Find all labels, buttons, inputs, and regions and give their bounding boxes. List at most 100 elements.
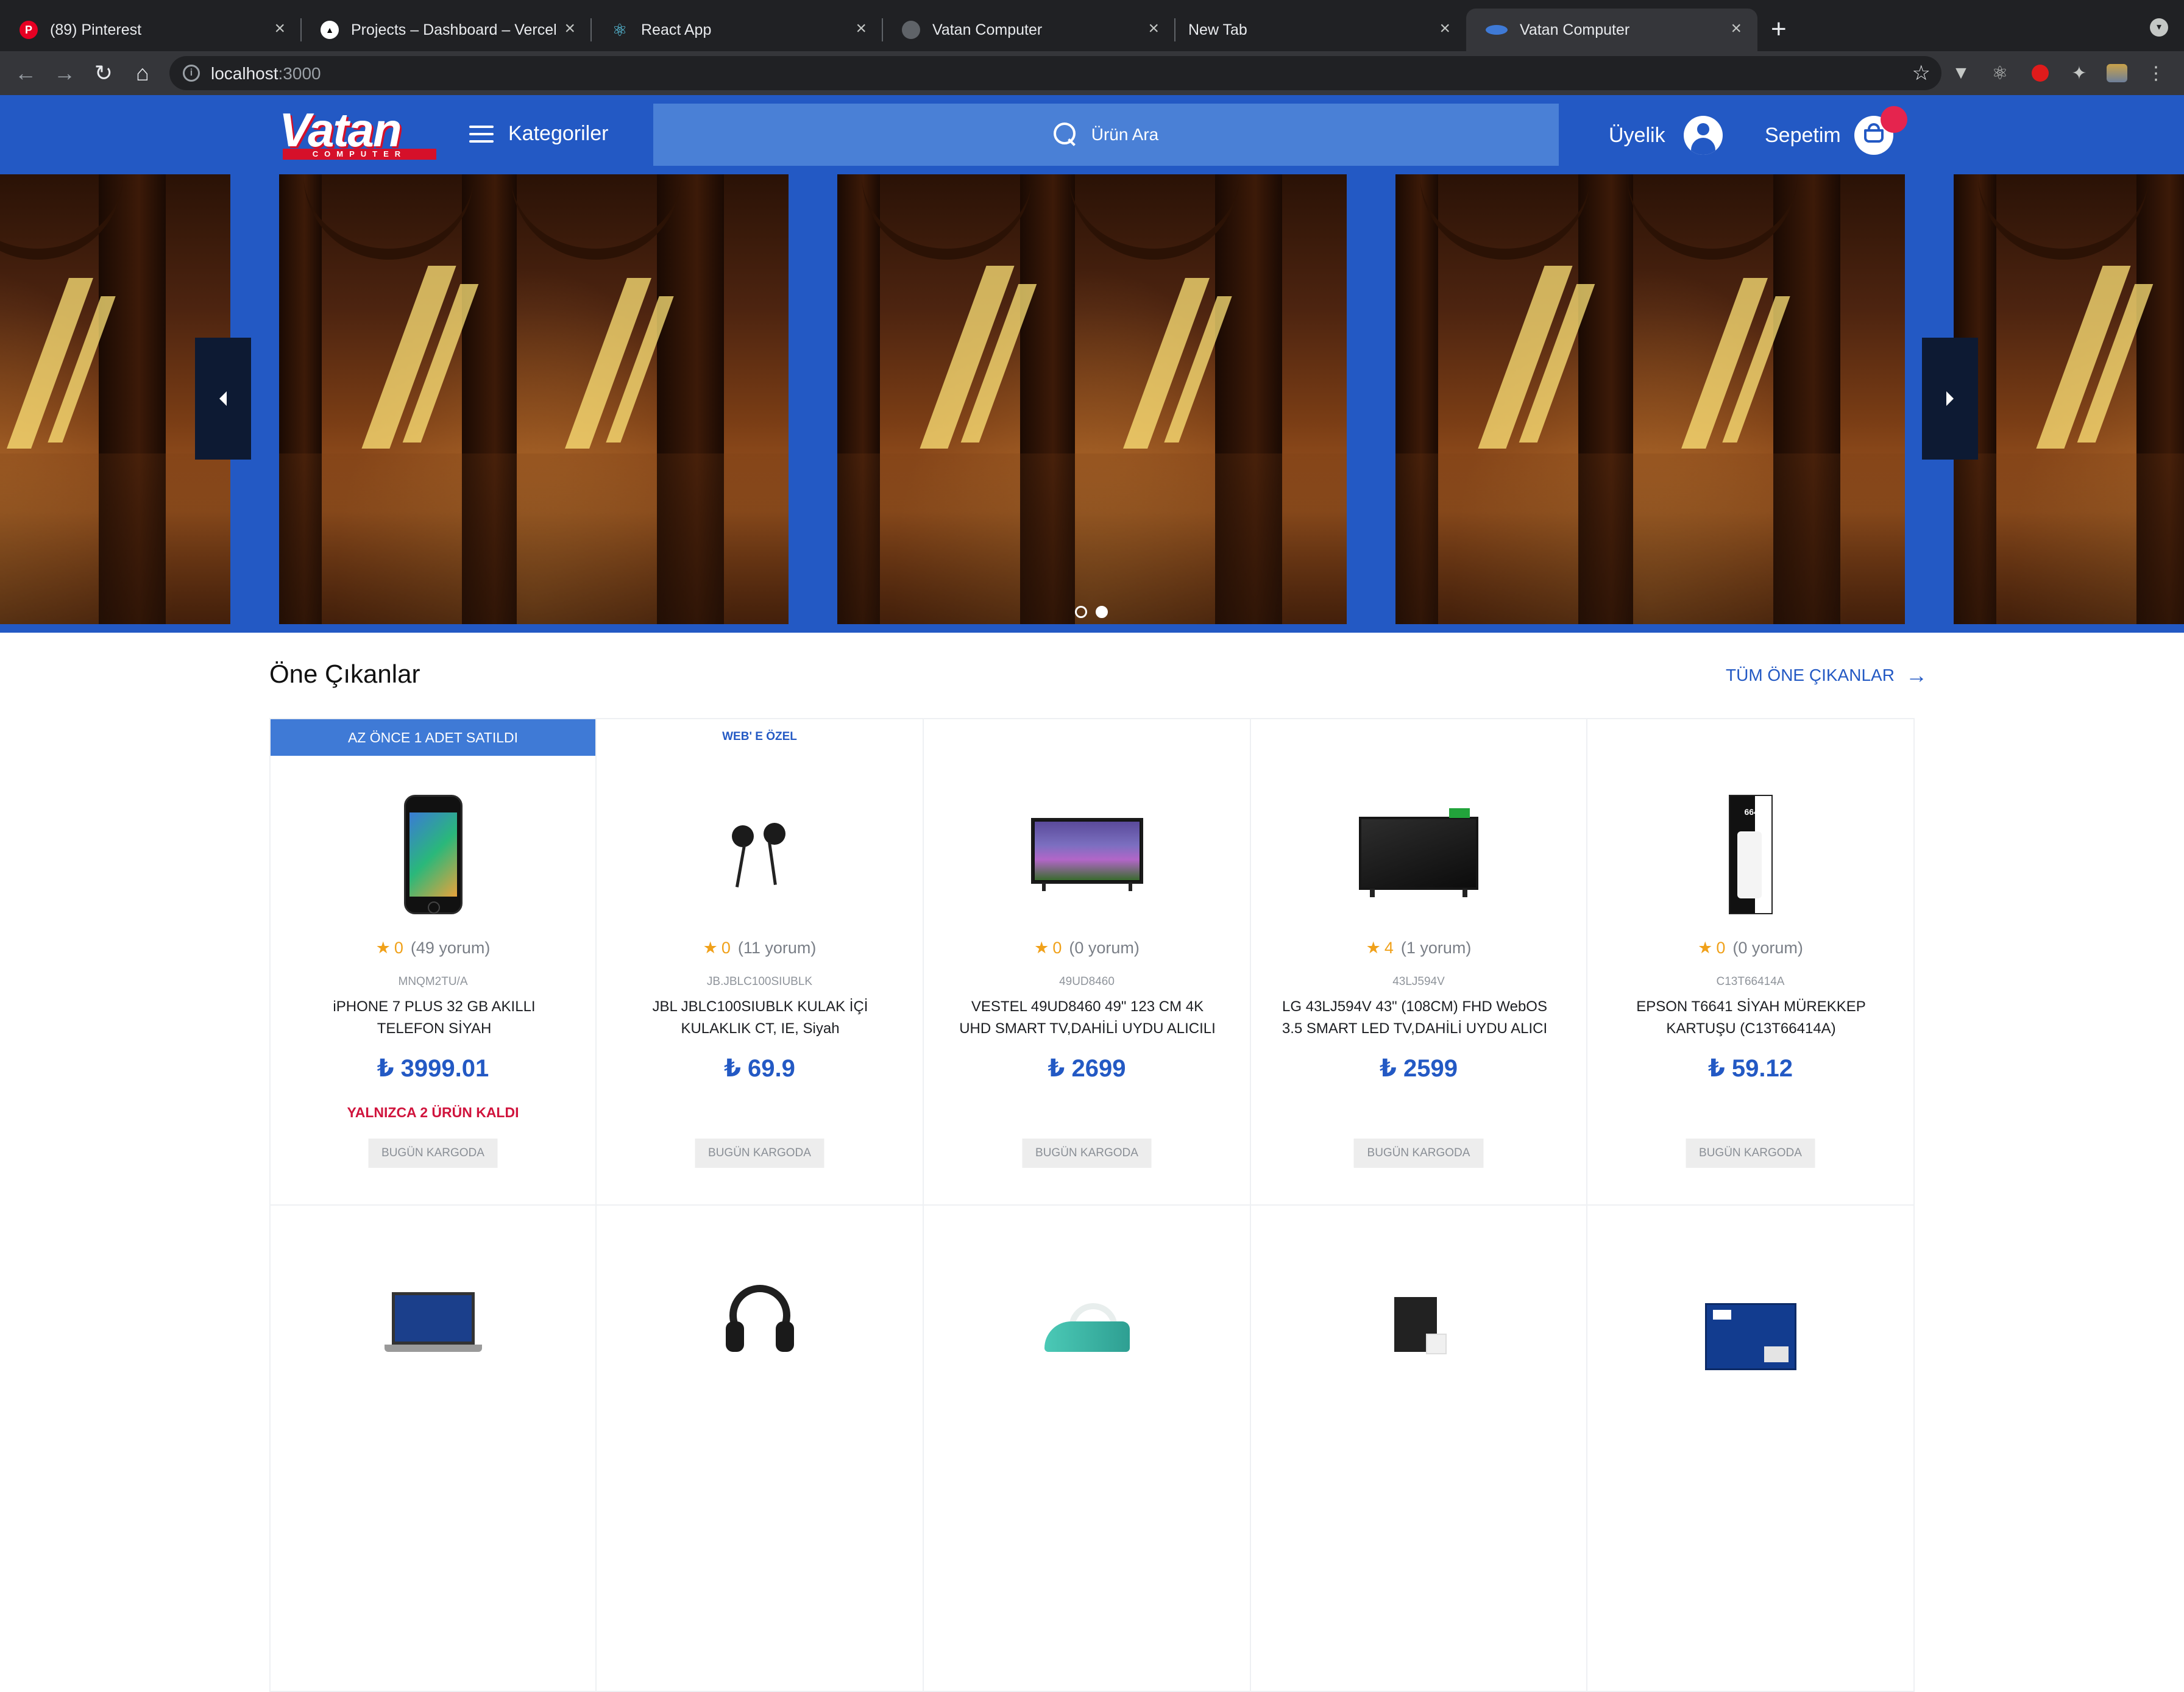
web-exclusive-tag: WEB' E ÖZEL [722, 730, 797, 743]
shield-extension-icon[interactable] [2029, 62, 2051, 84]
carousel-next-button[interactable] [1922, 338, 1978, 460]
close-tab-icon[interactable]: × [1439, 20, 1450, 38]
react-devtools-icon[interactable]: ⚛ [1989, 62, 2011, 84]
vuetify-extension-icon[interactable]: ▼ [1950, 62, 1972, 84]
cart-label: Sepetim [1765, 123, 1841, 147]
product-name[interactable]: JBL JBLC100SIUBLK KULAK İÇİ KULAKLIK CT,… [627, 996, 893, 1040]
carousel-dot-1[interactable] [1075, 606, 1087, 618]
url-host: localhost [211, 64, 278, 83]
extensions-puzzle-icon[interactable]: ✦ [2068, 62, 2090, 84]
featured-product-grid: AZ ÖNCE 1 ADET SATILDI ★ 0 (49 yorum) MNQM… [269, 718, 1915, 1692]
reload-icon[interactable]: ↻ [90, 60, 117, 87]
categories-menu-button[interactable]: Kategoriler [469, 122, 608, 146]
product-image-earphones[interactable] [723, 823, 796, 890]
shipping-badge: BUGÜN KARGODA [368, 1139, 498, 1168]
carousel-slide-image[interactable] [1954, 174, 2184, 624]
search-placeholder: Ürün Ara [1091, 125, 1159, 144]
product-card[interactable]: AZ ÖNCE 1 ADET SATILDI ★ 0 (49 yorum) MNQM… [269, 719, 597, 1206]
account-label: Üyelik [1609, 123, 1665, 147]
product-image-headphones[interactable] [723, 1285, 796, 1352]
product-name[interactable]: VESTEL 49UD8460 49" 123 CM 4K UHD SMART … [954, 996, 1221, 1040]
product-card[interactable] [1251, 1206, 1587, 1692]
close-tab-icon[interactable]: × [1731, 20, 1742, 38]
star-icon: ★ [1698, 939, 1713, 957]
react-icon: ⚛ [612, 20, 628, 40]
browser-tab-react[interactable]: ⚛ React App × [591, 9, 883, 51]
star-icon: ★ [1366, 939, 1381, 957]
product-image-ssd[interactable] [1704, 1303, 1796, 1370]
close-tab-icon[interactable]: × [1148, 20, 1159, 38]
back-icon[interactable]: ← [12, 60, 39, 87]
product-image-smartphone[interactable] [403, 795, 463, 914]
product-card[interactable] [269, 1206, 597, 1692]
close-tab-icon[interactable]: × [856, 20, 867, 38]
rating-value: 0 [1716, 939, 1726, 957]
product-image-steam-iron[interactable] [1044, 1303, 1130, 1352]
product-image-laptop[interactable] [384, 1292, 482, 1353]
tab-search-icon[interactable]: ▾ [2150, 18, 2168, 37]
product-card[interactable] [1587, 1206, 1915, 1692]
product-image-television[interactable] [1030, 818, 1143, 891]
product-card[interactable]: ★ 0 (0 yorum) 49UD8460 VESTEL 49UD8460 49"… [924, 719, 1251, 1206]
browser-tab-vatan-active[interactable]: Vatan Computer × [1466, 9, 1757, 51]
vatan-logo[interactable]: Vatan COMPUTER [279, 103, 440, 162]
carousel-dots [1075, 606, 1108, 618]
tab-title: React App [641, 21, 712, 38]
bookmark-star-icon[interactable]: ☆ [1912, 61, 1930, 85]
shipping-badge: BUGÜN KARGODA [1022, 1139, 1152, 1168]
forward-icon[interactable]: → [51, 60, 78, 87]
product-name[interactable]: EPSON T6641 SİYAH MÜREKKEP KARTUŞU (C13T… [1618, 996, 1884, 1040]
browser-tab-new[interactable]: New Tab × [1175, 9, 1466, 51]
product-image-television-dark[interactable] [1359, 808, 1478, 897]
user-icon [1683, 116, 1723, 155]
carousel-dot-2[interactable] [1096, 606, 1108, 618]
product-card[interactable]: WEB' E ÖZEL ★ 0 (11 yorum) JB.JBLC100SIUBL… [597, 719, 924, 1206]
tab-title: (89) Pinterest [50, 21, 142, 38]
carousel-slide-image[interactable] [837, 174, 1347, 624]
product-rating: ★ 0 (0 yorum) [1587, 939, 1913, 958]
site-info-icon[interactable]: i [183, 65, 200, 82]
tab-title: Projects – Dashboard – Vercel [351, 21, 557, 38]
product-name[interactable]: LG 43LJ594V 43" (108CM) FHD WebOS 3.5 SM… [1282, 996, 1548, 1040]
product-card[interactable]: 664 ★ 0 (0 yorum) C13T66414A EPSON T6641 S… [1587, 719, 1915, 1206]
address-bar[interactable]: i localhost:3000 ☆ [169, 56, 1941, 90]
featured-section-title: Öne Çıkanlar [269, 659, 420, 688]
browser-menu-icon[interactable]: ⋮ [2145, 62, 2167, 84]
account-button[interactable]: Üyelik [1609, 116, 1723, 155]
stone-floor [837, 453, 1347, 624]
product-card[interactable] [924, 1206, 1251, 1692]
close-tab-icon[interactable]: × [274, 20, 285, 38]
product-image-ink-bottle[interactable]: 664 [1728, 795, 1773, 914]
carousel-slide-image[interactable] [279, 174, 789, 624]
chevron-right-icon [1946, 391, 1954, 406]
browser-tab-pinterest[interactable]: P (89) Pinterest × [0, 9, 302, 51]
product-price: ₺ 69.9 [724, 1055, 795, 1082]
browser-tab-vercel[interactable]: ▲ Projects – Dashboard – Vercel × [301, 9, 592, 51]
carousel-prev-button[interactable] [195, 338, 251, 460]
home-icon[interactable]: ⌂ [129, 60, 156, 87]
cart-button[interactable]: Sepetim [1765, 116, 1893, 155]
see-all-label: TÜM ÖNE ÇIKANLAR [1726, 666, 1895, 684]
profile-avatar-icon[interactable] [2106, 62, 2128, 84]
product-image-smart-hub-box[interactable] [1388, 1291, 1449, 1358]
hero-carousel [0, 173, 2184, 633]
product-code: C13T66414A [1716, 975, 1785, 988]
search-input[interactable]: Ürün Ara [653, 104, 1559, 166]
product-name[interactable]: iPHONE 7 PLUS 32 GB AKILLI TELEFON SİYAH [301, 996, 567, 1040]
vercel-icon: ▲ [321, 21, 339, 39]
arrow-right-icon: → [1905, 663, 1927, 688]
archway-vault [1069, 174, 1239, 260]
close-tab-icon[interactable]: × [564, 20, 575, 38]
shipping-badge: BUGÜN KARGODA [1686, 1139, 1815, 1168]
new-tab-button[interactable]: + [1771, 16, 1787, 43]
recently-sold-banner: AZ ÖNCE 1 ADET SATILDI [271, 719, 595, 756]
see-all-featured-link[interactable]: TÜM ÖNE ÇIKANLAR → [1726, 663, 1927, 688]
browser-tab-vatan-1[interactable]: Vatan Computer × [882, 9, 1175, 51]
product-code: MNQM2TU/A [398, 975, 468, 988]
product-card[interactable] [597, 1206, 924, 1692]
product-card[interactable]: ★ 4 (1 yorum) 43LJ594V LG 43LJ594V 43" (10… [1251, 719, 1587, 1206]
product-price: ₺ 2599 [1380, 1055, 1458, 1082]
product-rating: ★ 0 (49 yorum) [271, 939, 595, 958]
carousel-slide-image[interactable] [1395, 174, 1905, 624]
address-url[interactable]: localhost:3000 [211, 64, 321, 84]
